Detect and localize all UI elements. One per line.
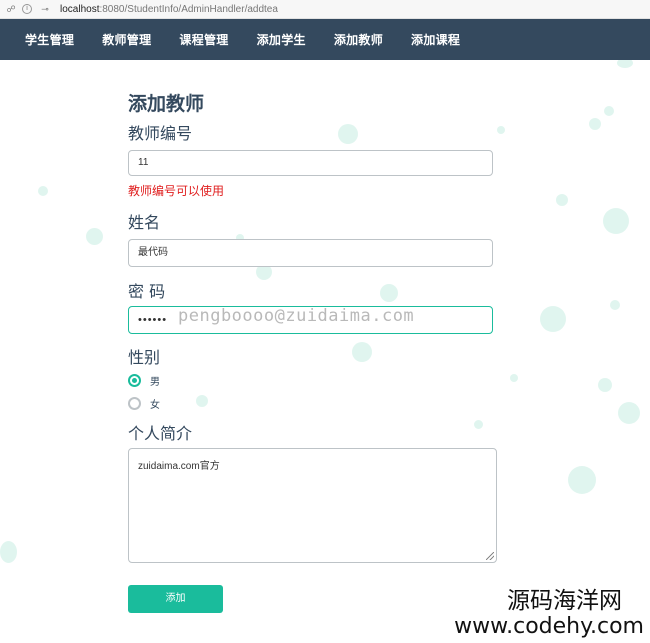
brand-en: www.codehy.com	[454, 614, 644, 639]
page-title: 添加教师	[128, 93, 205, 115]
password-input[interactable]: ••••••	[128, 306, 493, 334]
url-host: localhost	[60, 3, 100, 15]
teacher-id-input[interactable]: 11	[128, 150, 493, 176]
password-label: 密 码	[128, 282, 166, 301]
name-label: 姓名	[128, 213, 161, 232]
top-navbar: 学生管理 教师管理 课程管理 添加学生 添加教师 添加课程	[0, 19, 650, 60]
browser-address-bar[interactable]: ☍ i ⊸ localhost:8080/StudentInfo/AdminHa…	[0, 0, 650, 19]
shield-icon: ☍	[6, 4, 16, 14]
resize-handle-icon[interactable]	[486, 552, 494, 560]
url-text[interactable]: localhost:8080/StudentInfo/AdminHandler/…	[60, 4, 278, 15]
nav-item-add-course[interactable]: 添加课程	[411, 31, 460, 48]
bio-textarea[interactable]: zuidaima.com官方	[128, 448, 497, 563]
gender-option-label: 男	[150, 377, 160, 388]
nav-item-courses[interactable]: 课程管理	[179, 31, 228, 48]
gender-option-male[interactable]: 男	[128, 373, 160, 388]
gender-option-label: 女	[150, 400, 160, 411]
submit-button[interactable]: 添加	[128, 585, 223, 613]
nav-item-students[interactable]: 学生管理	[25, 31, 74, 48]
key-icon: ⊸	[41, 4, 49, 14]
info-icon: i	[22, 4, 32, 14]
bio-text: zuidaima.com官方	[138, 461, 220, 472]
bio-label: 个人简介	[128, 424, 193, 443]
nav-item-teachers[interactable]: 教师管理	[102, 31, 151, 48]
radio-unchecked-icon[interactable]	[128, 397, 141, 410]
teacher-id-hint: 教师编号可以使用	[128, 184, 225, 198]
teacher-id-label: 教师编号	[128, 124, 193, 143]
brand-cn: 源码海洋网	[507, 588, 622, 614]
nav-item-add-student[interactable]: 添加学生	[257, 31, 306, 48]
gender-label: 性别	[128, 348, 161, 367]
url-path: :8080/StudentInfo/AdminHandler/addtea	[99, 3, 278, 15]
nav-item-add-teacher[interactable]: 添加教师	[334, 31, 383, 48]
radio-checked-icon[interactable]	[128, 374, 141, 387]
gender-option-female[interactable]: 女	[128, 396, 160, 411]
name-input[interactable]: 最代码	[128, 239, 493, 267]
brand-watermark: 源码海洋网 www.codehy.com	[454, 588, 644, 640]
